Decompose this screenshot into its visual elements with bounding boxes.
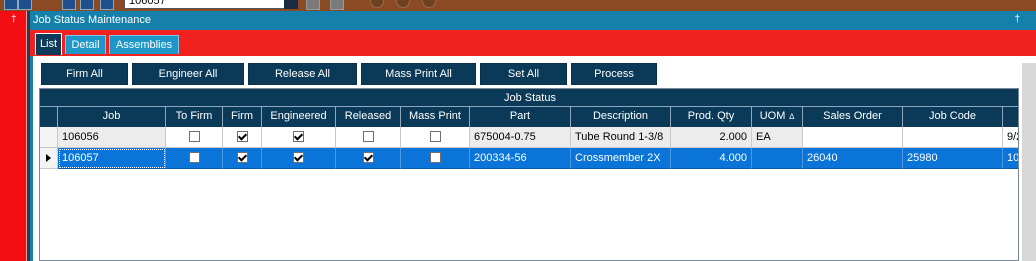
mass-print-checkbox[interactable] xyxy=(429,151,441,163)
process-button[interactable]: Process xyxy=(571,63,657,85)
job-status-window: Job Status Maintenance † List Detail Ass… xyxy=(30,11,1036,261)
column-header-description[interactable]: Description xyxy=(571,107,671,127)
tab-assemblies[interactable]: Assemblies xyxy=(109,35,179,54)
cell-released[interactable] xyxy=(336,148,401,169)
cell-engineered[interactable] xyxy=(262,127,336,148)
grid-caption: Job Status xyxy=(40,89,1018,107)
cell-job[interactable]: 106056 xyxy=(58,127,166,148)
firm-all-button[interactable]: Firm All xyxy=(41,63,128,85)
stop-icon[interactable] xyxy=(422,0,436,8)
sort-ascending-icon: ∆ xyxy=(789,112,795,121)
cell-part[interactable]: 675004-0.75 xyxy=(470,127,571,148)
column-header-engineered[interactable]: Engineered xyxy=(262,107,336,127)
cell-date[interactable]: 9/22 xyxy=(1003,127,1018,148)
column-header-job[interactable]: Job xyxy=(58,107,166,127)
cell-mass-print[interactable] xyxy=(401,148,470,169)
left-docked-panel: † xyxy=(0,11,27,261)
cell-firm[interactable] xyxy=(223,127,262,148)
cell-description[interactable]: Crossmember 2X xyxy=(571,148,671,169)
engineered-checkbox[interactable] xyxy=(293,151,304,163)
toolbar-icon[interactable] xyxy=(4,0,18,10)
cell-to-firm[interactable] xyxy=(166,127,223,148)
cell-job[interactable]: 106057 xyxy=(58,148,166,169)
tab-strip: List Detail Assemblies xyxy=(30,30,1036,56)
cell-uom[interactable]: EA xyxy=(752,127,803,148)
toolbar-separator xyxy=(355,0,356,11)
nav-next-icon[interactable] xyxy=(306,0,320,10)
cell-date[interactable]: 10/ xyxy=(1003,148,1018,169)
engineer-all-button[interactable]: Engineer All xyxy=(132,63,244,85)
top-toolbar: 106057 xyxy=(0,0,1036,11)
forward-icon[interactable] xyxy=(396,0,410,8)
cell-description[interactable]: Tube Round 1-3/8 xyxy=(571,127,671,148)
record-dropdown-button[interactable] xyxy=(284,0,298,9)
release-all-button[interactable]: Release All xyxy=(248,63,357,85)
right-edge-panel xyxy=(1022,63,1036,261)
firm-checkbox[interactable] xyxy=(236,151,248,163)
cell-prod-qty[interactable]: 2.000 xyxy=(671,127,752,148)
column-header-sales-order[interactable]: Sales Order xyxy=(803,107,903,127)
mass-print-all-button[interactable]: Mass Print All xyxy=(361,63,476,85)
row-selector[interactable] xyxy=(40,148,58,169)
table-row-selected[interactable]: 106057 200334-56 Crossmember 2X 4.000 26… xyxy=(40,148,1018,169)
row-selector-header xyxy=(40,107,58,127)
toolbar-separator xyxy=(445,0,446,11)
table-row[interactable]: 106056 675004-0.75 Tube Round 1-3/8 2.00… xyxy=(40,127,1018,148)
column-header-part[interactable]: Part xyxy=(470,107,571,127)
column-header-uom[interactable]: UOM ∆ xyxy=(752,107,803,127)
cell-uom[interactable] xyxy=(752,148,803,169)
job-status-grid: Job Status Job To Firm Firm Engineered R… xyxy=(39,88,1019,261)
column-header-released[interactable]: Released xyxy=(336,107,401,127)
command-bar: Firm All Engineer All Release All Mass P… xyxy=(33,56,1036,88)
tab-list[interactable]: List xyxy=(35,33,62,55)
list-panel: Firm All Engineer All Release All Mass P… xyxy=(33,56,1036,261)
current-row-icon xyxy=(46,154,51,162)
cell-sales-order[interactable] xyxy=(803,127,903,148)
pin-icon[interactable]: † xyxy=(1014,14,1020,25)
nav-prev-icon[interactable] xyxy=(100,0,114,10)
cell-firm[interactable] xyxy=(223,148,262,169)
record-input[interactable]: 106057 xyxy=(124,0,298,9)
cell-job-code[interactable]: 25980 xyxy=(903,148,1003,169)
set-all-button[interactable]: Set All xyxy=(480,63,567,85)
nav-last-icon[interactable] xyxy=(330,0,344,10)
window-titlebar: Job Status Maintenance † xyxy=(30,11,1036,30)
pin-icon[interactable]: † xyxy=(11,14,17,25)
engineered-checkbox[interactable] xyxy=(293,130,304,142)
column-header-uom-label: UOM xyxy=(759,110,786,122)
save-icon[interactable] xyxy=(62,0,76,10)
cell-part[interactable]: 200334-56 xyxy=(470,148,571,169)
to-firm-checkbox[interactable] xyxy=(188,130,200,142)
firm-checkbox[interactable] xyxy=(236,130,248,142)
window-title: Job Status Maintenance xyxy=(33,14,152,26)
toolbar-icon[interactable] xyxy=(18,0,32,10)
column-header-firm[interactable]: Firm xyxy=(223,107,262,127)
released-checkbox[interactable] xyxy=(362,130,374,142)
cell-to-firm[interactable] xyxy=(166,148,223,169)
cell-mass-print[interactable] xyxy=(401,127,470,148)
cell-sales-order[interactable]: 26040 xyxy=(803,148,903,169)
mass-print-checkbox[interactable] xyxy=(429,130,441,142)
cell-prod-qty[interactable]: 4.000 xyxy=(671,148,752,169)
back-icon[interactable] xyxy=(370,0,384,8)
row-selector[interactable] xyxy=(40,127,58,148)
released-checkbox[interactable] xyxy=(362,151,374,163)
nav-first-icon[interactable] xyxy=(80,0,94,10)
to-firm-checkbox[interactable] xyxy=(188,151,200,163)
cell-released[interactable] xyxy=(336,127,401,148)
column-header-job-code[interactable]: Job Code xyxy=(903,107,1003,127)
cell-job-code[interactable] xyxy=(903,127,1003,148)
column-header-date[interactable] xyxy=(1003,107,1018,127)
column-header-prod-qty[interactable]: Prod. Qty xyxy=(671,107,752,127)
column-header-mass-print[interactable]: Mass Print xyxy=(401,107,470,127)
tab-detail[interactable]: Detail xyxy=(65,35,106,54)
column-header-to-firm[interactable]: To Firm xyxy=(166,107,223,127)
cell-engineered[interactable] xyxy=(262,148,336,169)
